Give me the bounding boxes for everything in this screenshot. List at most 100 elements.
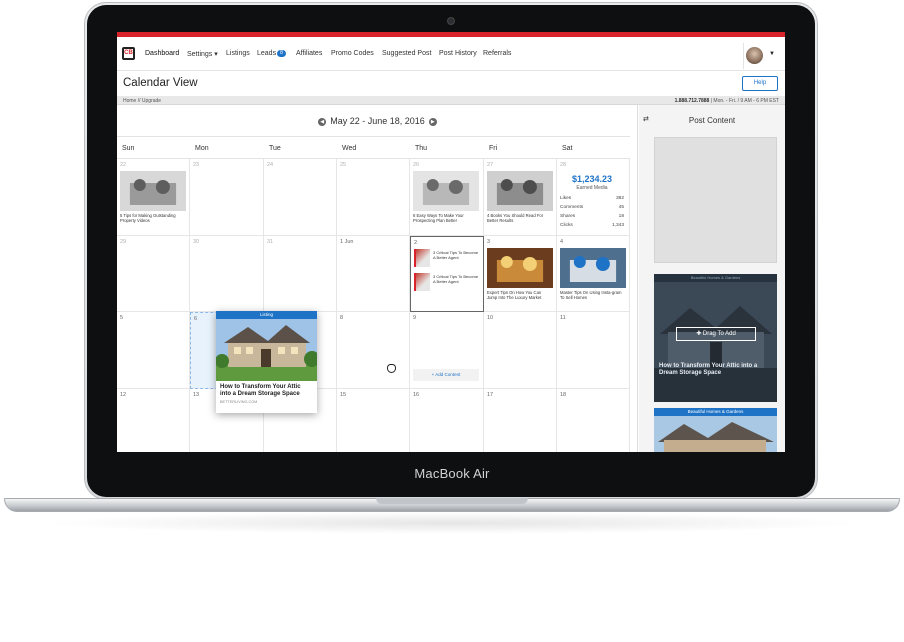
nav-item-referrals[interactable]: Referrals [483, 50, 511, 57]
calendar-day-cell[interactable]: 16 [410, 388, 484, 452]
calendar-day-cell[interactable]: 3 Expert Tips On How You Can Jump Into Th… [484, 235, 557, 312]
drag-to-add-button[interactable]: ✚ Drag To Add [676, 327, 756, 341]
post-caption[interactable]: 6 Easy Ways To Make Your Prospecting Pla… [413, 213, 477, 224]
post-caption[interactable]: Master Tips On Using Insta-gram To Sell … [560, 290, 624, 301]
nav-item-listings[interactable]: Listings [226, 50, 250, 57]
calendar-day-cell[interactable]: 22 5 Tips for Making Outstanding Property… [117, 159, 190, 236]
calendar-day-cell[interactable]: 25 [337, 159, 410, 236]
nav-item-post-history[interactable]: Post History [439, 50, 477, 57]
calendar-day-cell[interactable]: 10 [484, 312, 557, 389]
day-number: 2 [414, 239, 418, 246]
calendar-day-cell[interactable]: 17 [484, 388, 557, 452]
calendar-day-cell[interactable]: 27 4 Books You Should Read For Better Res… [484, 159, 557, 236]
day-header: Mon [190, 136, 264, 159]
post-caption: 3 Critical Tips To Become A Better Agent [433, 249, 479, 260]
add-content-button[interactable]: + Add Content [413, 369, 479, 381]
day-number: 4 [560, 238, 564, 245]
day-number: 22 [120, 162, 127, 168]
calendar-day-cell[interactable]: 18 [557, 388, 630, 452]
calendar-day-cell[interactable]: 23 [190, 159, 264, 236]
help-button[interactable]: Help [742, 76, 778, 91]
stat-row: Clicks 1,343 [560, 223, 624, 228]
stacked-post[interactable]: 3 Critical Tips To Become A Better Agent [414, 272, 480, 293]
calendar-day-cell[interactable]: 1 Jun [337, 235, 410, 312]
day-header: Sat [557, 136, 630, 159]
stat-value: 45 [618, 205, 624, 210]
post-content-panel: ⇄ Post Content Beautiful Homes & Gardens… [639, 105, 785, 452]
house-photo [654, 416, 777, 452]
nav-divider [743, 43, 744, 69]
app-screen: CB Dashboard Settings ▾ Listings Leads 8 … [117, 32, 785, 452]
day-header: Tue [264, 136, 337, 159]
nav-item-affiliates[interactable]: Affiliates [296, 50, 322, 57]
content-card[interactable]: Beautiful Homes & Gardens [654, 408, 777, 452]
post-caption[interactable]: Expert Tips On How You Can Jump Into The… [487, 290, 551, 301]
earned-media-label: Earned Media [576, 185, 608, 191]
grab-cursor-icon [387, 364, 396, 373]
stat-value: 18 [618, 214, 624, 219]
breadcrumb[interactable]: Home // Upgrade [123, 98, 161, 104]
calendar-day-cell[interactable]: 28 $1,234.23 Earned Media Likes 382 Comments 4… [557, 159, 630, 236]
caret-down-icon[interactable]: ▼ [769, 51, 775, 57]
calendar-day-cell[interactable]: 11 [557, 312, 630, 389]
calendar-day-cell[interactable]: 9 + Add Content [410, 312, 484, 389]
nav-item-leads[interactable]: Leads 8 [257, 50, 286, 57]
calendar-day-cell[interactable]: 31 [264, 235, 337, 312]
calendar-day-cell[interactable]: 15 [337, 388, 410, 452]
day-number: 12 [120, 391, 127, 398]
nav-item-suggested-post[interactable]: Suggested Post [382, 50, 431, 57]
day-number: 25 [340, 162, 347, 168]
panel-title: Post Content [688, 116, 736, 125]
calendar-day-cell[interactable]: 8 [337, 312, 410, 389]
day-number: 6 [194, 316, 198, 322]
post-thumbnail[interactable] [120, 171, 186, 211]
day-number: 13 [193, 391, 200, 398]
calendar-day-cell[interactable]: 24 [264, 159, 337, 236]
post-thumbnail[interactable] [560, 247, 626, 288]
avatar[interactable] [746, 47, 763, 64]
business-hours: | Mon. - Fri. / 9 AM - 6 PM EST [709, 97, 779, 104]
calendar-day-cell[interactable]: 4 Master Tips On Using Insta-gram To Sell… [557, 235, 630, 312]
day-number: 26 [413, 162, 420, 168]
nav-item-promo-codes[interactable]: Promo Codes [331, 50, 374, 57]
contact-info: 1.888.712.7888 | Mon. - Fri. / 9 AM - 6 … [675, 98, 779, 104]
post-thumbnail [414, 248, 430, 267]
content-card[interactable]: Beautiful Homes & Gardens ✚ Drag To Add … [654, 274, 777, 402]
chevron-right-icon[interactable]: ▶ [428, 118, 437, 126]
device-brand-label: MacBook Air [414, 466, 490, 481]
dragged-post-card[interactable]: Listing How to Transform Your Attic into… [215, 311, 320, 413]
top-nav: CB Dashboard Settings ▾ Listings Leads 8 … [117, 37, 785, 71]
content-card-tag: Beautiful Homes & Gardens [654, 274, 777, 282]
stat-value: 1,343 [611, 223, 624, 228]
calendar-day-cell[interactable]: 26 6 Easy Ways To Make Your Prospecting P… [410, 159, 484, 236]
calendar-day-cell[interactable]: 30 [190, 235, 264, 312]
stat-row: Comments 45 [560, 205, 624, 210]
house-photo [654, 282, 777, 402]
post-thumbnail[interactable] [413, 171, 479, 211]
post-thumbnail[interactable] [487, 247, 553, 288]
post-caption[interactable]: 4 Books You Should Read For Better Resul… [487, 213, 551, 224]
day-number: 28 [560, 162, 567, 168]
post-thumbnail[interactable] [487, 171, 553, 211]
calendar-day-cell[interactable]: 5 [117, 312, 190, 389]
date-range-header: ◀ May 22 - June 18, 2016 ▶ [117, 116, 638, 126]
nav-item-dashboard[interactable]: Dashboard [145, 50, 179, 57]
stat-label: Comments [560, 205, 584, 210]
stacked-post[interactable]: 3 Critical Tips To Become A Better Agent [414, 248, 480, 269]
day-header: Fri [484, 136, 557, 159]
day-header: Wed [337, 136, 410, 159]
camera-icon [447, 17, 455, 25]
empty-content-slot [654, 137, 777, 263]
calendar-day-cell[interactable]: 2 3 Critical Tips To Become A Better Agen… [410, 235, 484, 312]
post-caption[interactable]: 5 Tips for Making Outstanding Property V… [120, 213, 184, 224]
chevron-left-icon[interactable]: ◀ [318, 118, 327, 126]
nav-item-settings[interactable]: Settings ▾ [187, 50, 218, 58]
logo-icon[interactable]: CB [122, 47, 135, 60]
day-number: 17 [487, 391, 494, 398]
stat-label: Shares [560, 214, 576, 219]
calendar-day-cell[interactable]: 12 [117, 388, 190, 452]
calendar-day-cell[interactable]: 29 [117, 235, 190, 312]
content-card-tag: Beautiful Homes & Gardens [654, 408, 777, 416]
day-number: 30 [193, 238, 200, 245]
drag-card-title: How to Transform Your Attic into a Dream… [220, 384, 301, 397]
